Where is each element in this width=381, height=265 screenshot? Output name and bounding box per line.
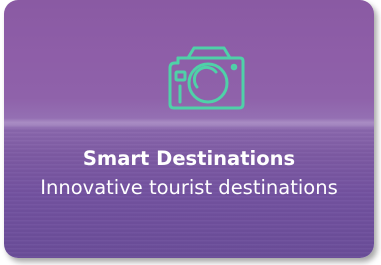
card-title: Smart Destinations xyxy=(82,147,296,170)
horizon-glow xyxy=(4,118,374,128)
smart-destinations-card[interactable]: Smart Destinations Innovative tourist de… xyxy=(4,0,374,258)
camera-icon xyxy=(164,44,246,114)
card-subtitle: Innovative tourist destinations xyxy=(40,176,338,199)
